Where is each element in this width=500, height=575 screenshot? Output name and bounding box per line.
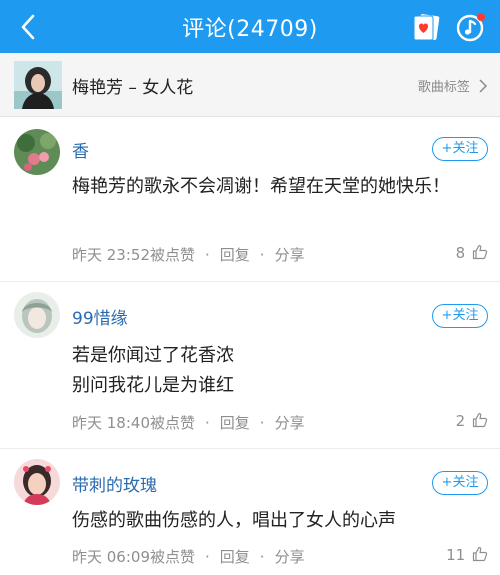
username[interactable]: 99惜缘 bbox=[72, 304, 128, 329]
user-avatar[interactable] bbox=[14, 292, 60, 338]
comment-item: 带刺的玫瑰 +关注 伤感的歌曲伤感的人，唱出了女人的心声 昨天 06:09被点赞… bbox=[0, 449, 500, 575]
top-bar: 评论(24709) bbox=[0, 0, 500, 53]
comment-item: 香 +关注 梅艳芳的歌永不会凋谢！希望在天堂的她快乐！ 昨天 23:52被点赞 ·… bbox=[0, 117, 500, 282]
like-button[interactable]: 2 bbox=[456, 412, 488, 430]
user-avatar[interactable] bbox=[14, 129, 60, 175]
like-count: 2 bbox=[455, 412, 466, 430]
song-info-bar[interactable]: 梅艳芳 – 女人花 歌曲标签 bbox=[0, 53, 500, 117]
comment-meta: 昨天 06:09被点赞 · 回复 · 分享 bbox=[72, 548, 305, 566]
chevron-right-icon bbox=[479, 79, 488, 93]
thumbs-up-icon bbox=[472, 412, 488, 428]
song-title: 梅艳芳 – 女人花 bbox=[72, 78, 194, 98]
comment-text: 伤感的歌曲伤感的人，唱出了女人的心声 bbox=[72, 510, 396, 531]
follow-button[interactable]: +关注 bbox=[432, 304, 488, 328]
comment-item: 99惜缘 +关注 若是你闻过了花香浓 别问我花儿是为谁红 昨天 18:40被点赞… bbox=[0, 282, 500, 449]
card-heart-icon bbox=[413, 14, 440, 41]
reply-button[interactable]: 回复 bbox=[220, 548, 250, 566]
card-button[interactable] bbox=[410, 11, 442, 43]
reply-button[interactable]: 回复 bbox=[220, 246, 250, 264]
comment-time: 昨天 18:40被点赞 bbox=[72, 414, 195, 432]
like-button[interactable]: 11 bbox=[446, 546, 488, 564]
reply-button[interactable]: 回复 bbox=[220, 414, 250, 432]
username[interactable]: 香 bbox=[72, 137, 89, 162]
song-tags-link[interactable]: 歌曲标签 bbox=[418, 76, 488, 95]
share-button[interactable]: 分享 bbox=[275, 548, 305, 566]
album-cover bbox=[14, 61, 62, 109]
share-button[interactable]: 分享 bbox=[275, 246, 305, 264]
comment-time: 昨天 23:52被点赞 bbox=[72, 246, 195, 264]
comment-time: 昨天 06:09被点赞 bbox=[72, 548, 195, 566]
user-avatar[interactable] bbox=[14, 459, 60, 505]
comment-meta: 昨天 23:52被点赞 · 回复 · 分享 bbox=[72, 246, 305, 264]
music-disc-icon bbox=[456, 13, 485, 42]
comment-line: 别问我花儿是为谁红 bbox=[72, 375, 234, 396]
song-tags-label: 歌曲标签 bbox=[417, 80, 470, 95]
comment-meta: 昨天 18:40被点赞 · 回复 · 分享 bbox=[72, 414, 305, 432]
like-count: 8 bbox=[455, 244, 466, 262]
follow-button[interactable]: +关注 bbox=[432, 471, 488, 495]
share-button[interactable]: 分享 bbox=[275, 414, 305, 432]
thumbs-up-icon bbox=[472, 244, 488, 260]
now-playing-button[interactable] bbox=[455, 11, 487, 43]
like-button[interactable]: 8 bbox=[456, 244, 488, 262]
comment-text: 若是你闻过了花香浓 别问我花儿是为谁红 bbox=[72, 341, 482, 401]
comment-text: 梅艳芳的歌永不会凋谢！希望在天堂的她快乐！ bbox=[72, 176, 450, 197]
like-count: 11 bbox=[446, 546, 466, 564]
follow-button[interactable]: +关注 bbox=[432, 137, 488, 161]
comment-line: 若是你闻过了花香浓 bbox=[72, 345, 234, 366]
thumbs-up-icon bbox=[472, 546, 488, 562]
username[interactable]: 带刺的玫瑰 bbox=[72, 471, 157, 496]
